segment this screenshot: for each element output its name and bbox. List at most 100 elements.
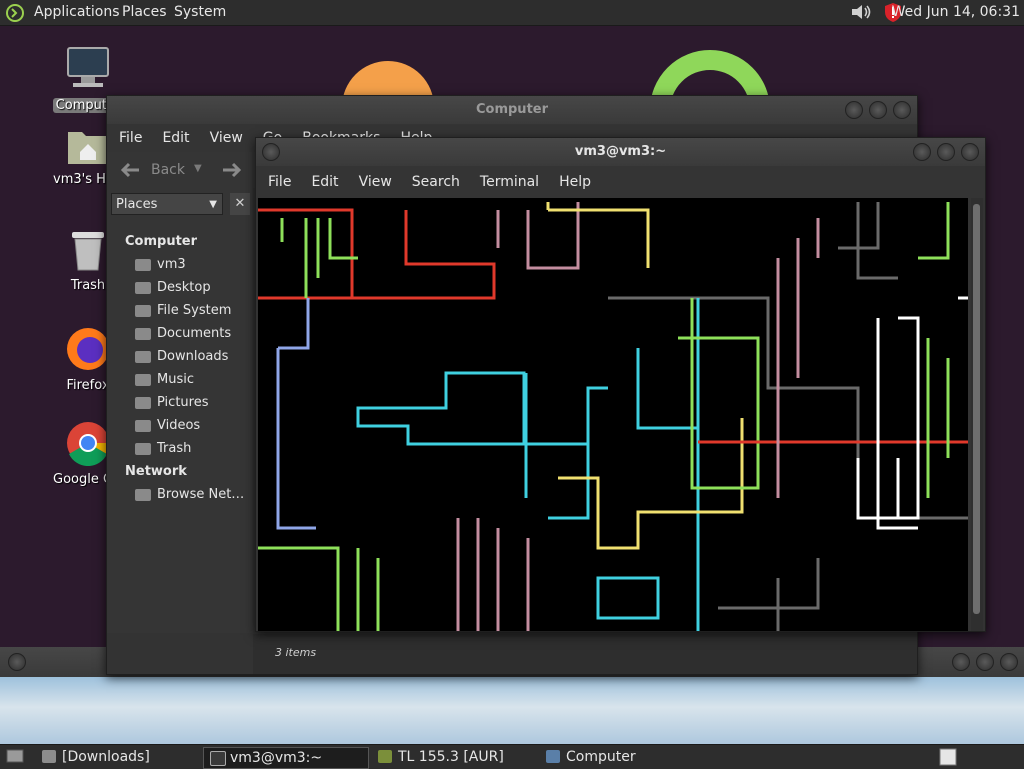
scrollbar-thumb[interactable] bbox=[973, 204, 980, 614]
taskbar: [Downloads] vm3@vm3:~ TL 155.3 [AUR] Com… bbox=[0, 744, 1024, 769]
taskbar-item-label: TL 155.3 [AUR] bbox=[398, 749, 504, 765]
folder-icon bbox=[135, 327, 151, 340]
terminal-titlebar[interactable]: vm3@vm3:~ bbox=[256, 138, 985, 166]
close-button[interactable] bbox=[1000, 653, 1018, 671]
home-folder-icon bbox=[135, 258, 151, 271]
folder-icon bbox=[135, 350, 151, 363]
package-icon bbox=[378, 750, 392, 763]
terminal-menubar: File Edit View Search Terminal Help bbox=[256, 166, 985, 198]
system-menu[interactable]: System bbox=[174, 4, 226, 20]
background-window-content bbox=[0, 677, 1024, 744]
taskbar-item-terminal[interactable]: vm3@vm3:~ bbox=[203, 747, 369, 769]
sidebar-item-desktop[interactable]: Desktop bbox=[135, 280, 211, 295]
applications-menu[interactable]: Applications bbox=[34, 4, 120, 20]
menu-edit[interactable]: Edit bbox=[152, 130, 199, 146]
menu-view[interactable]: View bbox=[349, 174, 402, 190]
menu-search[interactable]: Search bbox=[402, 174, 470, 190]
menu-file[interactable]: File bbox=[258, 174, 301, 190]
sidebar-item-videos[interactable]: Videos bbox=[135, 418, 200, 433]
volume-icon[interactable] bbox=[850, 3, 872, 21]
taskbar-item-label: [Downloads] bbox=[62, 749, 150, 765]
status-text: 3 items bbox=[275, 646, 317, 659]
terminal-icon bbox=[210, 751, 226, 766]
sidebar-item-label: Desktop bbox=[157, 280, 211, 295]
close-sidebar-button[interactable]: ✕ bbox=[230, 193, 250, 215]
forward-arrow-icon[interactable] bbox=[221, 161, 243, 179]
places-sidebar: Places ▼ ✕ Computer vm3 Desktop File Sys… bbox=[107, 188, 253, 633]
close-button[interactable] bbox=[893, 101, 911, 119]
maximize-button[interactable] bbox=[976, 653, 994, 671]
sidebar-item-documents[interactable]: Documents bbox=[135, 326, 231, 341]
places-selector-label: Places bbox=[116, 197, 158, 212]
places-menu[interactable]: Places bbox=[122, 4, 167, 20]
sidebar-item-label: Pictures bbox=[157, 395, 209, 410]
sidebar-item-label: Downloads bbox=[157, 349, 229, 364]
sidebar-item-label: Browse Net… bbox=[157, 487, 245, 502]
taskbar-item-downloads[interactable]: [Downloads] bbox=[36, 747, 150, 767]
mint-logo-icon[interactable] bbox=[6, 4, 24, 22]
clock[interactable]: Wed Jun 14, 06:31 bbox=[892, 4, 1020, 20]
sidebar-item-pictures[interactable]: Pictures bbox=[135, 395, 208, 410]
places-selector[interactable]: Places ▼ bbox=[111, 193, 223, 215]
wallpaper-art bbox=[342, 50, 770, 105]
terminal-window[interactable]: vm3@vm3:~ File Edit View Search Terminal… bbox=[255, 137, 986, 632]
back-arrow-icon[interactable] bbox=[119, 161, 141, 179]
taskbar-item-label: vm3@vm3:~ bbox=[230, 750, 323, 766]
chrome-icon bbox=[67, 422, 110, 467]
sidebar-item-music[interactable]: Music bbox=[135, 372, 194, 387]
menu-terminal[interactable]: Terminal bbox=[470, 174, 549, 190]
sidebar-item-label: Music bbox=[157, 372, 194, 387]
sidebar-section-network: Network bbox=[125, 464, 187, 479]
firefox-icon bbox=[67, 328, 109, 370]
folder-icon bbox=[135, 396, 151, 409]
maximize-button[interactable] bbox=[869, 101, 887, 119]
workspace-switcher-icon[interactable] bbox=[938, 748, 958, 766]
computer-icon bbox=[546, 750, 560, 763]
sidebar-section-computer: Computer bbox=[125, 234, 198, 249]
sidebar-item-file-system[interactable]: File System bbox=[135, 303, 231, 318]
show-desktop-icon[interactable] bbox=[6, 749, 24, 765]
sidebar-item-downloads[interactable]: Downloads bbox=[135, 349, 228, 364]
back-button[interactable]: Back bbox=[151, 162, 185, 178]
chevron-down-icon: ▼ bbox=[209, 199, 217, 210]
pipes-screensaver-art bbox=[258, 202, 968, 631]
window-menu-button[interactable] bbox=[262, 143, 280, 161]
sidebar-item-vm3[interactable]: vm3 bbox=[135, 257, 186, 272]
maximize-button[interactable] bbox=[937, 143, 955, 161]
file-manager-titlebar[interactable]: Computer bbox=[107, 96, 917, 124]
sidebar-item-label: Trash bbox=[157, 441, 192, 456]
sidebar-item-label: File System bbox=[157, 303, 232, 318]
menu-help[interactable]: Help bbox=[549, 174, 601, 190]
folder-icon bbox=[135, 281, 151, 294]
close-button[interactable] bbox=[961, 143, 979, 161]
window-title: Computer bbox=[475, 102, 549, 117]
terminal-output[interactable] bbox=[258, 198, 968, 631]
sidebar-item-label: Documents bbox=[157, 326, 232, 341]
folder-icon bbox=[135, 419, 151, 432]
minimize-button[interactable] bbox=[845, 101, 863, 119]
folder-icon bbox=[135, 373, 151, 386]
window-title: vm3@vm3:~ bbox=[574, 144, 667, 159]
sidebar-item-label: Videos bbox=[157, 418, 201, 433]
trash-icon bbox=[135, 442, 151, 455]
menu-file[interactable]: File bbox=[109, 130, 152, 146]
computer-icon bbox=[67, 47, 109, 87]
back-history-dropdown-icon[interactable]: ▼ bbox=[194, 163, 202, 174]
sidebar-item-browse-network[interactable]: Browse Net… bbox=[135, 487, 244, 502]
trash-icon bbox=[72, 232, 104, 271]
network-icon bbox=[135, 488, 151, 501]
window-menu-button[interactable] bbox=[8, 653, 26, 671]
taskbar-item-computer[interactable]: Computer bbox=[540, 747, 636, 767]
terminal-scrollbar[interactable] bbox=[971, 198, 983, 631]
drive-icon bbox=[135, 304, 151, 317]
top-panel: Applications Places System Wed Jun 14, 0… bbox=[0, 0, 1024, 26]
sidebar-item-trash[interactable]: Trash bbox=[135, 441, 191, 456]
taskbar-item-label: Computer bbox=[566, 749, 636, 765]
minimize-button[interactable] bbox=[952, 653, 970, 671]
minimize-button[interactable] bbox=[913, 143, 931, 161]
menu-edit[interactable]: Edit bbox=[301, 174, 348, 190]
sidebar-item-label: vm3 bbox=[157, 257, 186, 272]
menu-view[interactable]: View bbox=[200, 130, 253, 146]
home-folder-icon bbox=[68, 132, 108, 164]
taskbar-item-tl[interactable]: TL 155.3 [AUR] bbox=[372, 747, 504, 767]
